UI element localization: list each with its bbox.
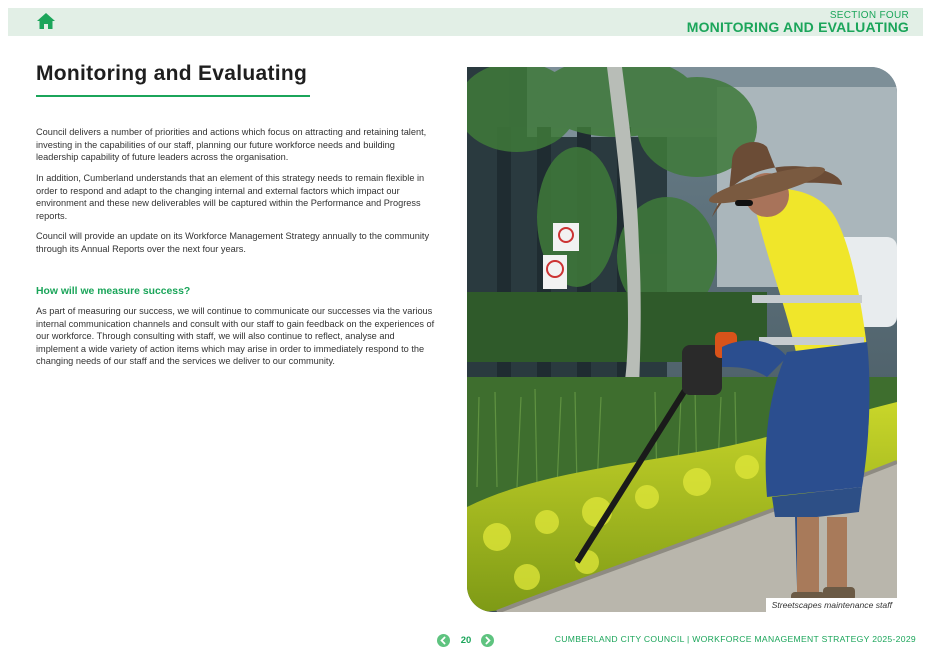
intro-paragraph: Council delivers a number of priorities … bbox=[36, 127, 427, 163]
staff-photo: Streetscapes maintenance staff bbox=[467, 67, 897, 612]
title-underline bbox=[36, 95, 310, 97]
section-title: MONITORING AND EVALUATING bbox=[686, 19, 909, 35]
chevron-right-icon[interactable] bbox=[481, 634, 494, 647]
header-bar: SECTION FOUR MONITORING AND EVALUATING bbox=[8, 8, 923, 36]
page-number: 20 bbox=[460, 635, 472, 646]
footer-document-title: CUMBERLAND CITY COUNCIL | WORKFORCE MANA… bbox=[554, 634, 916, 644]
success-subheading: How will we measure success? bbox=[36, 286, 191, 297]
success-paragraph: As part of measuring our success, we wil… bbox=[36, 306, 435, 367]
photo-caption: Streetscapes maintenance staff bbox=[765, 598, 897, 612]
flexibility-paragraph: In addition, Cumberland understands that… bbox=[36, 173, 425, 221]
chevron-left-icon[interactable] bbox=[437, 634, 450, 647]
page-title: Monitoring and Evaluating bbox=[36, 62, 308, 85]
update-paragraph: Council will provide an update on its Wo… bbox=[36, 231, 430, 254]
home-icon[interactable] bbox=[36, 12, 58, 32]
